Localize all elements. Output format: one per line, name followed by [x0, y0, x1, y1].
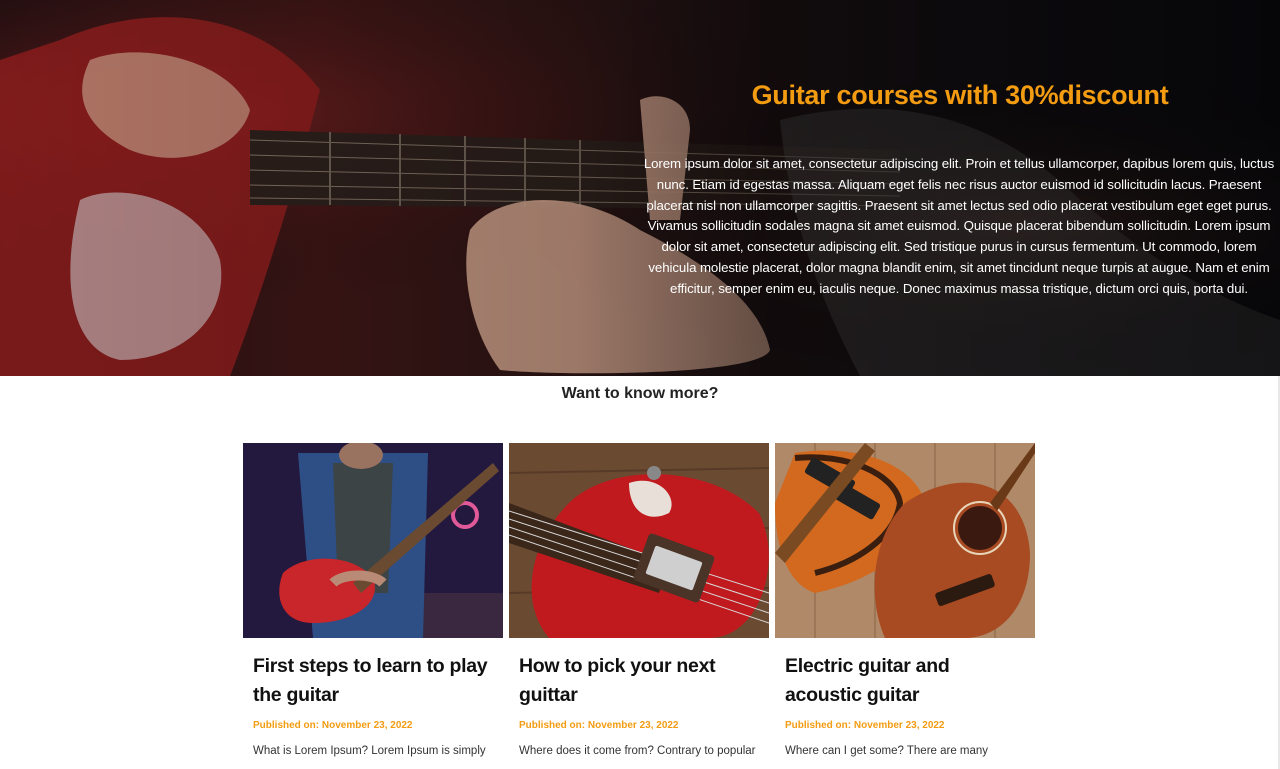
- card-excerpt: Where can I get some? There are many: [785, 745, 989, 757]
- card-image-red-guitar[interactable]: [509, 443, 769, 638]
- card-date: Published on: November 23, 2022: [785, 720, 945, 731]
- hero-title: Guitar courses with 30%discount: [751, 80, 1169, 110]
- hero-banner: Guitar courses with 30%discount Lorem ip…: [0, 0, 1280, 376]
- card-title[interactable]: Electric guitar and acoustic guitar: [785, 652, 1025, 710]
- card-excerpt: What is Lorem Ipsum? Lorem Ipsum is simp…: [253, 745, 486, 757]
- article-card[interactable]: First steps to learn to play the guitar …: [243, 443, 503, 760]
- card-image-electric-player[interactable]: [243, 443, 503, 638]
- card-image-electric-and-acoustic[interactable]: [775, 443, 1035, 638]
- card-excerpt: Where does it come from? Contrary to pop…: [519, 745, 756, 757]
- card-title[interactable]: First steps to learn to play the guitar: [253, 652, 493, 710]
- section-heading: Want to know more?: [561, 385, 719, 402]
- card-title[interactable]: How to pick your next guittar: [519, 652, 759, 710]
- hero-description: Lorem ipsum dolor sit amet, consectetur …: [643, 156, 1275, 296]
- card-date: Published on: November 23, 2022: [253, 720, 413, 731]
- article-card[interactable]: Electric guitar and acoustic guitar Publ…: [775, 443, 1035, 760]
- article-card[interactable]: How to pick your next guittar Published …: [509, 443, 769, 760]
- card-date: Published on: November 23, 2022: [519, 720, 679, 731]
